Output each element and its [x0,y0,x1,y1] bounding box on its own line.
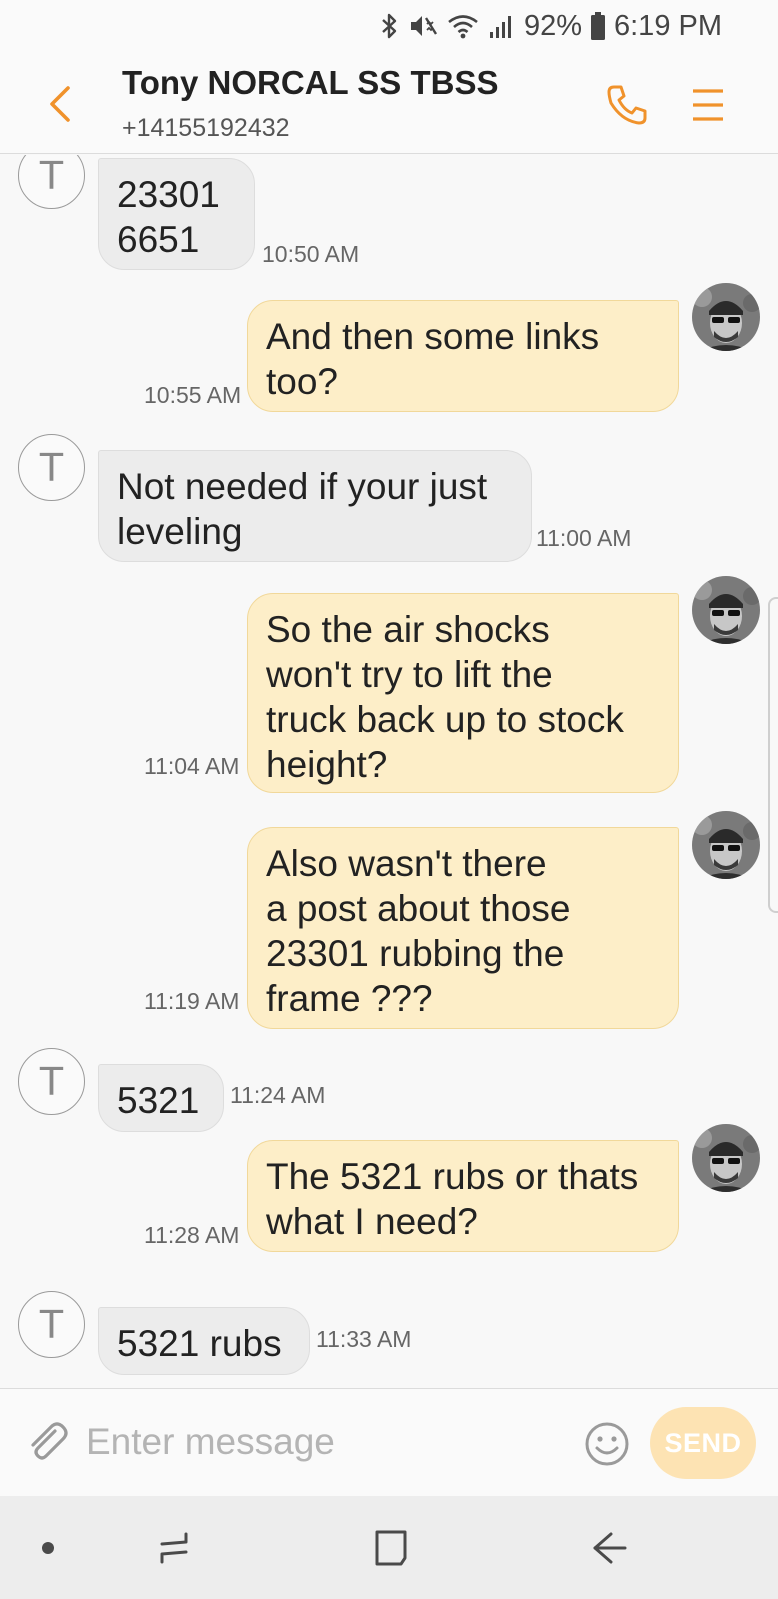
paperclip-icon [31,1422,68,1460]
user-avatar[interactable] [692,1124,760,1192]
send-button[interactable]: SEND [650,1407,756,1479]
message-line: too? [266,361,339,402]
contact-name[interactable]: Tony NORCAL SS TBSS [122,64,498,102]
recent-apps-button[interactable] [146,1522,202,1574]
battery-percent: 92% [523,9,582,42]
message-time: 10:50 AM [262,241,360,267]
message-line: 5321 rubs [117,1323,282,1364]
outgoing-message-bubble[interactable]: And then some links too? [247,300,679,412]
message-line: frame ??? [266,978,433,1019]
message-time: 10:55 AM [144,382,242,408]
back-arrow-icon [593,1532,627,1564]
message-line: Also wasn't there [266,843,547,884]
status-bar: 92% 6:19 PM [0,0,778,52]
contact-avatar[interactable]: T [18,1291,85,1358]
message-line: Not needed if your just [117,466,488,507]
incoming-message-bubble[interactable]: 23301 6651 [98,158,255,270]
incoming-message-bubble[interactable]: 5321 [98,1064,224,1132]
bluetooth-icon [380,12,400,40]
outgoing-message-bubble[interactable]: The 5321 rubs or thats what I need? [247,1140,679,1252]
contact-avatar[interactable]: T [18,155,85,209]
message-line: 23301 [117,174,220,215]
message-line: truck back up to stock [266,699,624,740]
message-line: won't try to lift the [266,654,553,695]
mute-vibrate-icon [408,12,438,40]
menu-icon [693,89,723,121]
contact-avatar[interactable]: T [18,434,85,501]
message-line: The 5321 rubs or thats [266,1156,639,1197]
home-button[interactable] [363,1522,419,1574]
status-icons: 92% 6:19 PM [380,8,722,44]
message-line: a post about those [266,888,571,929]
message-line: And then some links [266,316,600,357]
contact-number: +14155192432 [122,114,290,142]
back-nav-button[interactable] [582,1522,638,1574]
phone-icon [607,85,647,125]
back-chevron-icon [50,86,70,122]
message-time: 11:24 AM [230,1082,326,1108]
attach-button[interactable] [22,1415,74,1469]
message-list[interactable]: T 23301 6651 10:50 AM 10:55 AM And then … [0,155,778,1388]
outgoing-message-bubble[interactable]: So the air shocks won't try to lift the … [247,593,679,793]
outgoing-message-bubble[interactable]: Also wasn't there a post about those 233… [247,827,679,1029]
message-line: 5321 [117,1080,200,1121]
message-input[interactable] [86,1411,566,1473]
message-line: leveling [117,511,243,552]
user-avatar[interactable] [692,811,760,879]
contact-avatar[interactable]: T [18,1048,85,1115]
signal-icon [488,12,516,40]
home-square-icon [375,1530,407,1566]
back-button[interactable] [36,76,84,132]
message-time: 11:00 AM [536,525,632,551]
navigation-bar [0,1496,778,1599]
message-line: 23301 rubbing the [266,933,565,974]
message-line: what I need? [266,1201,478,1242]
menu-button[interactable] [684,78,732,132]
smiley-icon [585,1422,629,1466]
emoji-button[interactable] [582,1419,632,1469]
clock: 6:19 PM [614,9,722,42]
incoming-message-bubble[interactable]: 5321 rubs [98,1307,310,1375]
recent-apps-icon [160,1532,188,1564]
message-time: 11:19 AM [144,988,240,1014]
wifi-icon [446,12,480,40]
message-line: 6651 [117,219,200,260]
user-avatar[interactable] [692,283,760,351]
nav-dot-button[interactable] [20,1522,76,1574]
message-time: 11:04 AM [144,753,240,779]
message-line: height? [266,744,388,785]
call-button[interactable] [600,78,654,132]
message-line: So the air shocks [266,609,550,650]
message-composer: SEND [0,1388,778,1496]
dot-icon [42,1542,54,1554]
conversation-header: Tony NORCAL SS TBSS +14155192432 [0,52,778,154]
user-avatar[interactable] [692,576,760,644]
battery-icon [590,11,606,41]
message-time: 11:28 AM [144,1222,240,1248]
scroll-handle[interactable] [768,597,778,913]
incoming-message-bubble[interactable]: Not needed if your just leveling [98,450,532,562]
message-time: 11:33 AM [316,1326,412,1352]
